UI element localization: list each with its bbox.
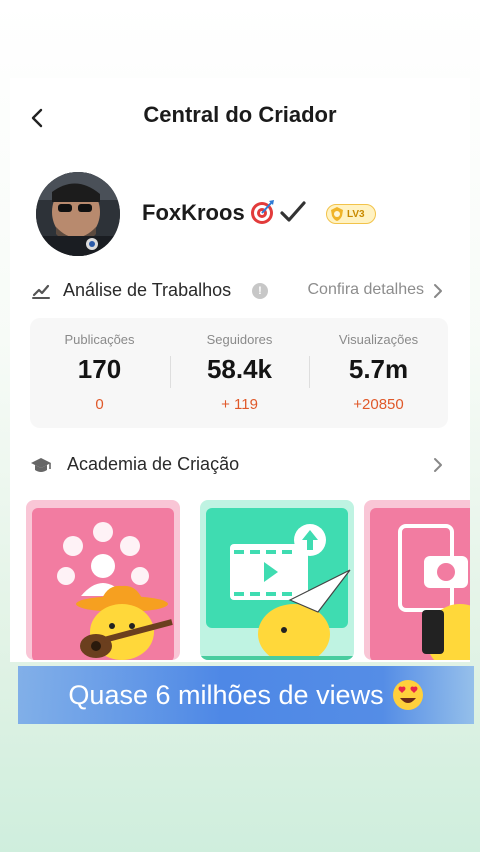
academy-card[interactable]: [200, 500, 354, 660]
stat-label: Publicações: [64, 332, 135, 347]
stats-panel: Publicações 170 0 Seguidores 58.4k + 119…: [30, 318, 448, 428]
video-upload-icon: [200, 500, 354, 660]
academy-cards: [26, 500, 470, 662]
people-guitar-icon: [26, 500, 180, 660]
stat-value: 58.4k: [206, 354, 273, 384]
caption-text: Quase 6 milhões de views: [68, 679, 384, 710]
stat-delta: 0: [95, 396, 104, 413]
target-emoji: [248, 198, 276, 226]
stat-delta: +20850: [353, 396, 404, 413]
academy-title: Academia de Criação: [67, 454, 240, 474]
check-mark-emoji: [278, 198, 306, 226]
details-link[interactable]: Confira detalhes: [307, 281, 424, 299]
info-icon[interactable]: !: [252, 283, 268, 299]
chevron-right-icon[interactable]: [428, 455, 448, 475]
stat-delta: + 119: [221, 396, 258, 413]
academy-card[interactable]: [26, 500, 180, 660]
stat-followers[interactable]: Seguidores 58.4k + 119: [170, 318, 309, 428]
username: FoxKroos: [142, 200, 245, 225]
stat-publications[interactable]: Publicações 170 0: [30, 318, 169, 428]
level-badge: LV3: [326, 204, 376, 224]
academy-header[interactable]: Academia de Criação: [10, 450, 470, 480]
shield-icon: [331, 207, 343, 221]
trend-chart-icon: [30, 280, 52, 302]
stat-value: 170: [77, 354, 122, 384]
stat-label: Seguidores: [206, 332, 273, 347]
phone-screen: Central do Criador FoxKroos LV3 Análise …: [10, 78, 470, 662]
analysis-header[interactable]: Análise de Trabalhos ! Confira detalhes: [10, 276, 470, 306]
stat-value: 5.7m: [348, 354, 409, 384]
stat-label: Visualizações: [338, 332, 419, 347]
analysis-title: Análise de Trabalhos: [63, 280, 232, 300]
video-caption: Quase 6 milhões de views: [18, 666, 474, 724]
level-label: LV3: [347, 208, 365, 220]
avatar-photo: [36, 172, 120, 256]
photo-camera-icon: [364, 500, 470, 660]
academy-card[interactable]: [364, 500, 470, 660]
chevron-right-icon[interactable]: [428, 281, 448, 301]
graduation-cap-icon: [30, 454, 52, 476]
avatar[interactable]: [36, 172, 120, 256]
stat-views[interactable]: Visualizações 5.7m +20850: [309, 318, 448, 428]
page-title: Central do Criador: [143, 102, 337, 127]
heart-eyes-emoji: [392, 679, 424, 711]
header: Central do Criador: [10, 78, 470, 156]
